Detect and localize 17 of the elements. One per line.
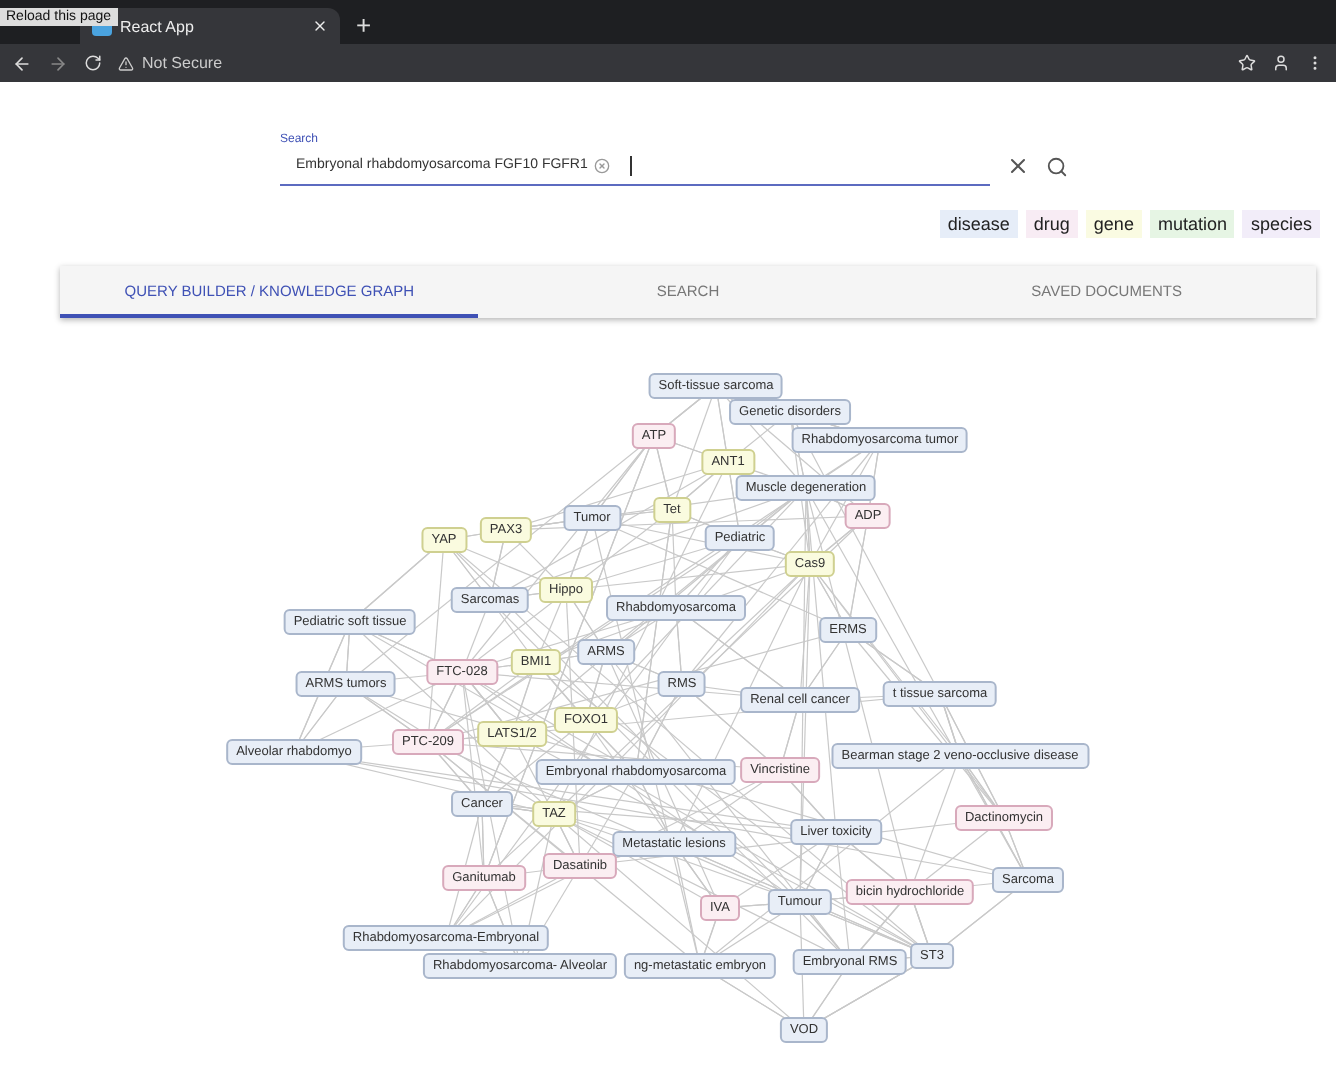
- legend-chip: species: [1242, 210, 1320, 238]
- search-icon[interactable]: [1046, 155, 1068, 177]
- legend-chip: gene: [1085, 210, 1142, 238]
- forward-icon[interactable]: [48, 53, 68, 73]
- back-icon[interactable]: [12, 53, 32, 73]
- star-icon[interactable]: [1238, 54, 1256, 72]
- legend-chip: disease: [939, 210, 1018, 238]
- reload-icon[interactable]: [84, 54, 102, 72]
- new-tab-button[interactable]: +: [356, 10, 372, 40]
- chip-remove-icon[interactable]: [593, 157, 610, 173]
- close-icon[interactable]: [312, 18, 328, 34]
- profile-icon[interactable]: [1272, 54, 1290, 72]
- legend-chip: mutation: [1149, 210, 1235, 238]
- clear-icon[interactable]: [1006, 154, 1030, 178]
- legend-chip: drug: [1025, 210, 1078, 238]
- address-text[interactable]: Not Secure: [142, 54, 223, 72]
- warning-icon: [118, 55, 134, 71]
